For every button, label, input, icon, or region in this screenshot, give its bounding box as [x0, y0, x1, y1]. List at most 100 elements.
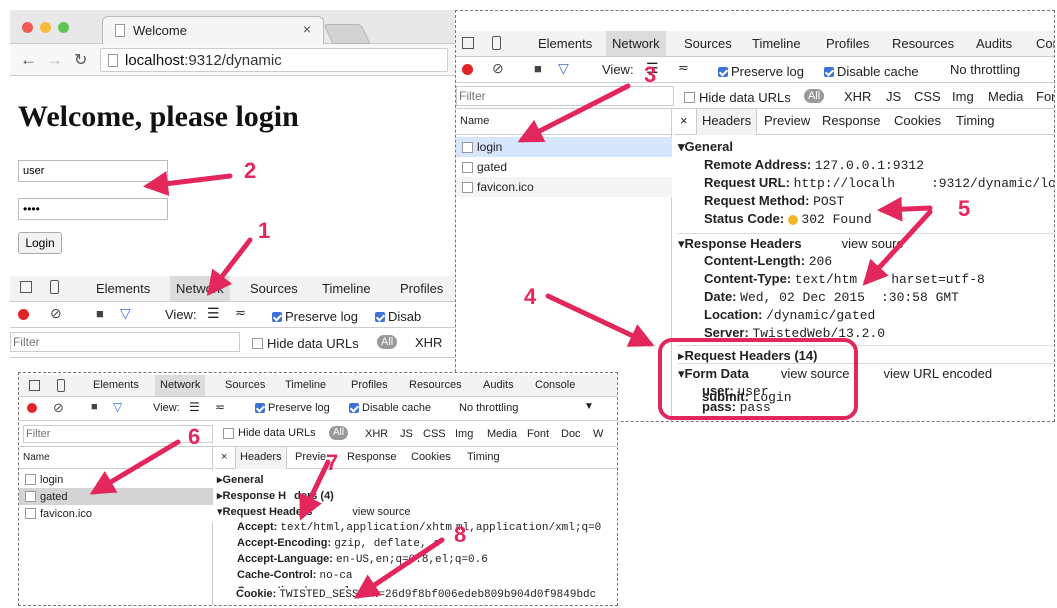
minimize-window-button[interactable] — [40, 22, 51, 33]
tab-response[interactable]: Response — [822, 113, 881, 128]
back-arrow-icon[interactable]: ← — [20, 50, 37, 70]
chevron-down-icon[interactable]: ▼ — [584, 401, 594, 412]
view-url-encoded-link[interactable]: view URL encoded — [883, 366, 992, 381]
record-button[interactable] — [18, 309, 29, 320]
response-headers-section[interactable]: ▾Response Headers view sourc — [678, 233, 1054, 252]
filter-icon[interactable]: ▽ — [558, 60, 569, 77]
inspect-icon[interactable] — [29, 380, 40, 391]
filter-xhr[interactable]: XHR — [844, 89, 871, 104]
device-icon[interactable] — [492, 36, 501, 50]
device-icon[interactable] — [57, 379, 65, 392]
filter-input[interactable] — [23, 425, 213, 443]
tab-elements[interactable]: Elements — [93, 379, 139, 391]
filter-all-button[interactable]: All — [804, 89, 825, 103]
url-field[interactable]: localhost:9312/dynamic — [100, 48, 448, 72]
tab-timing[interactable]: Timing — [956, 113, 995, 128]
maximize-window-button[interactable] — [58, 22, 69, 33]
preserve-log-checkbox[interactable] — [272, 311, 282, 322]
tab-sources[interactable]: Sources — [684, 36, 732, 51]
hide-data-urls-checkbox[interactable] — [684, 92, 695, 104]
filter-font[interactable]: For — [1036, 89, 1054, 104]
list-view-icon[interactable]: ☰ — [189, 400, 200, 414]
disable-cache-checkbox[interactable] — [824, 66, 834, 77]
tab-preview[interactable]: Preview — [764, 113, 810, 128]
view-source-link[interactable]: view sourc — [842, 236, 903, 251]
request-row-gated[interactable]: gated — [19, 488, 213, 505]
view-source-link[interactable]: view source — [352, 506, 410, 518]
login-button[interactable]: Login — [18, 232, 62, 254]
filter-icon[interactable]: ▽ — [113, 400, 122, 414]
tab-timing[interactable]: Timing — [467, 451, 500, 463]
general-section[interactable]: ▾General — [678, 139, 733, 155]
filter-css[interactable]: CSS — [423, 428, 446, 440]
filter-ws[interactable]: W — [593, 428, 603, 440]
filter-input[interactable] — [456, 86, 674, 106]
hide-data-urls-checkbox[interactable] — [252, 338, 263, 350]
password-input[interactable] — [18, 198, 168, 220]
form-data-section[interactable]: ▾Form Data view source view URL encoded — [678, 363, 1054, 382]
camera-icon[interactable]: ■ — [96, 306, 104, 321]
tab-resources[interactable]: Resources — [409, 379, 462, 391]
filter-media[interactable]: Media — [988, 89, 1023, 104]
tab-network[interactable]: Network — [606, 31, 666, 56]
filter-input[interactable] — [10, 332, 240, 352]
preserve-log-checkbox[interactable] — [255, 403, 265, 414]
request-row-favicon[interactable]: favicon.ico — [456, 177, 672, 197]
filter-xhr[interactable]: XHR — [365, 428, 388, 440]
request-row-favicon[interactable]: favicon.ico — [19, 505, 213, 522]
username-input[interactable] — [18, 160, 168, 182]
tab-preview[interactable]: Previe — [295, 451, 326, 463]
filter-img[interactable]: Img — [952, 89, 974, 104]
record-button[interactable] — [462, 64, 473, 75]
tab-audits[interactable]: Audits — [976, 36, 1012, 51]
tab-response[interactable]: Response — [347, 451, 397, 463]
disable-cache-checkbox[interactable] — [349, 403, 359, 414]
close-detail-icon[interactable]: × — [221, 451, 227, 463]
request-row-login[interactable]: login — [19, 471, 213, 488]
close-detail-icon[interactable]: × — [680, 113, 688, 128]
general-section[interactable]: ▸General — [217, 473, 264, 486]
tab-sources[interactable]: Sources — [250, 281, 298, 296]
disable-cache-checkbox[interactable] — [375, 311, 385, 322]
throttling-select[interactable]: No throttling — [950, 62, 1020, 77]
inspect-icon[interactable] — [20, 281, 32, 293]
filter-js[interactable]: JS — [400, 428, 413, 440]
tab-network[interactable]: Network — [170, 276, 230, 301]
waterfall-icon[interactable]: ≂ — [678, 60, 689, 76]
filter-all-button[interactable]: All — [329, 426, 349, 440]
forward-arrow-icon[interactable]: → — [46, 50, 63, 70]
request-row-login[interactable]: login — [456, 137, 672, 157]
request-headers-section[interactable]: ▾Request Headers view source — [217, 505, 410, 518]
new-tab-button[interactable] — [323, 24, 371, 44]
tab-timeline[interactable]: Timeline — [752, 36, 801, 51]
tab-console[interactable]: Console — [535, 379, 575, 391]
waterfall-icon[interactable]: ≂ — [215, 400, 225, 414]
record-button[interactable] — [27, 403, 37, 413]
inspect-icon[interactable] — [462, 37, 474, 49]
camera-icon[interactable]: ■ — [534, 61, 542, 76]
filter-all-button[interactable]: All — [377, 335, 398, 349]
tab-headers[interactable]: Headers — [235, 447, 287, 469]
tab-profiles[interactable]: Profiles — [351, 379, 388, 391]
waterfall-icon[interactable]: ≂ — [235, 305, 246, 321]
filter-css[interactable]: CSS — [914, 89, 941, 104]
filter-font[interactable]: Font — [527, 428, 549, 440]
request-headers-section[interactable]: ▸Request Headers (14) — [678, 345, 1054, 364]
filter-doc[interactable]: Doc — [561, 428, 581, 440]
tab-headers[interactable]: Headers — [696, 109, 758, 135]
browser-tab[interactable]: Welcome × — [102, 16, 324, 44]
clear-icon[interactable]: ⊘ — [50, 305, 62, 322]
view-source-link[interactable]: view source — [781, 366, 850, 381]
clear-icon[interactable]: ⊘ — [492, 60, 504, 77]
list-view-icon[interactable]: ☰ — [207, 305, 220, 322]
tab-network[interactable]: Network — [155, 375, 206, 396]
preserve-log-checkbox[interactable] — [718, 66, 728, 77]
response-headers-section[interactable]: ▸Response Hders (4) — [217, 489, 334, 502]
tab-cookies[interactable]: Cookies — [411, 451, 451, 463]
tab-profiles[interactable]: Profiles — [400, 281, 443, 296]
tab-elements[interactable]: Elements — [96, 281, 150, 296]
filter-xhr[interactable]: XHR — [415, 335, 442, 350]
tab-timeline[interactable]: Timeline — [285, 379, 326, 391]
tab-audits[interactable]: Audits — [483, 379, 514, 391]
tab-timeline[interactable]: Timeline — [322, 281, 371, 296]
